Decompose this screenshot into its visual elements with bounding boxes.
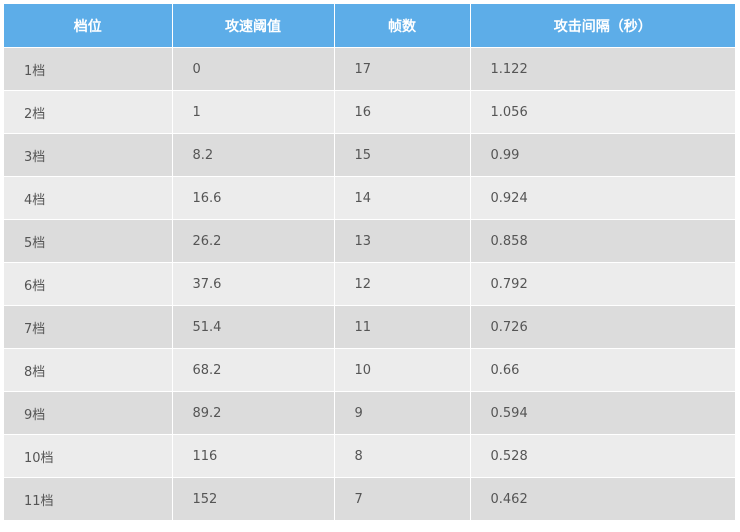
table-row: 4档 16.6 14 0.924 [4,176,735,220]
cell-frames: 8 [334,434,471,478]
cell-tier: 5档 [4,219,173,263]
table-row: 6档 37.6 12 0.792 [4,262,735,306]
table-row: 11档 152 7 0.462 [4,477,735,520]
cell-tier: 8档 [4,348,173,392]
cell-attack-interval: 0.66 [470,348,735,392]
table-row: 10档 116 8 0.528 [4,434,735,478]
cell-speed-threshold: 68.2 [172,348,335,392]
cell-attack-interval: 0.792 [470,262,735,306]
cell-tier: 11档 [4,477,173,520]
table-row: 8档 68.2 10 0.66 [4,348,735,392]
cell-frames: 13 [334,219,471,263]
table-header: 档位 攻速阈值 帧数 攻击间隔（秒） [4,4,735,48]
cell-frames: 16 [334,90,471,134]
cell-frames: 7 [334,477,471,520]
table-row: 2档 1 16 1.056 [4,90,735,134]
cell-speed-threshold: 116 [172,434,335,478]
attack-speed-table: 档位 攻速阈值 帧数 攻击间隔（秒） 1档 0 17 1.122 2档 1 16 1.056 3… [4,4,735,520]
cell-speed-threshold: 89.2 [172,391,335,435]
header-row: 档位 攻速阈值 帧数 攻击间隔（秒） [4,4,735,48]
cell-frames: 14 [334,176,471,220]
header-cell-speed-threshold: 攻速阈值 [172,4,335,48]
cell-tier: 7档 [4,305,173,349]
table-row: 9档 89.2 9 0.594 [4,391,735,435]
cell-attack-interval: 0.462 [470,477,735,520]
cell-tier: 10档 [4,434,173,478]
cell-tier: 6档 [4,262,173,306]
cell-frames: 12 [334,262,471,306]
cell-frames: 10 [334,348,471,392]
table-row: 7档 51.4 11 0.726 [4,305,735,349]
cell-attack-interval: 1.056 [470,90,735,134]
cell-speed-threshold: 1 [172,90,335,134]
header-cell-attack-interval: 攻击间隔（秒） [470,4,735,48]
cell-speed-threshold: 16.6 [172,176,335,220]
cell-speed-threshold: 8.2 [172,133,335,177]
cell-frames: 11 [334,305,471,349]
cell-speed-threshold: 37.6 [172,262,335,306]
table-row: 3档 8.2 15 0.99 [4,133,735,177]
cell-speed-threshold: 26.2 [172,219,335,263]
cell-attack-interval: 0.924 [470,176,735,220]
cell-speed-threshold: 0 [172,47,335,91]
cell-attack-interval: 0.858 [470,219,735,263]
header-cell-tier: 档位 [4,4,173,48]
cell-attack-interval: 0.99 [470,133,735,177]
cell-tier: 3档 [4,133,173,177]
cell-tier: 2档 [4,90,173,134]
table-body: 1档 0 17 1.122 2档 1 16 1.056 3档 8.2 15 0.99 4档 16.6 14 0… [4,47,735,520]
cell-tier: 1档 [4,47,173,91]
attack-speed-table-container: 档位 攻速阈值 帧数 攻击间隔（秒） 1档 0 17 1.122 2档 1 16 1.056 3… [4,4,735,520]
cell-attack-interval: 0.594 [470,391,735,435]
cell-speed-threshold: 152 [172,477,335,520]
table-row: 5档 26.2 13 0.858 [4,219,735,263]
cell-frames: 15 [334,133,471,177]
cell-frames: 9 [334,391,471,435]
table-row: 1档 0 17 1.122 [4,47,735,91]
header-cell-frames: 帧数 [334,4,471,48]
cell-speed-threshold: 51.4 [172,305,335,349]
cell-attack-interval: 0.726 [470,305,735,349]
cell-attack-interval: 0.528 [470,434,735,478]
cell-frames: 17 [334,47,471,91]
cell-tier: 4档 [4,176,173,220]
cell-tier: 9档 [4,391,173,435]
cell-attack-interval: 1.122 [470,47,735,91]
